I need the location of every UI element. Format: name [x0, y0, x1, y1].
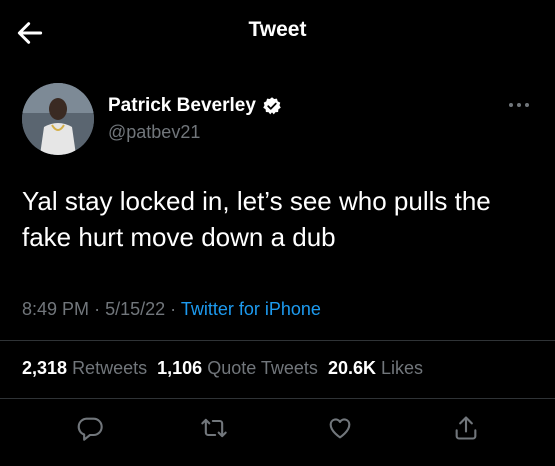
author-name-row[interactable]: Patrick Beverley — [108, 95, 282, 117]
like-icon[interactable] — [326, 414, 354, 442]
tweet-meta: 8:49 PM · 5/15/22 · Twitter for iPhone — [22, 299, 321, 320]
separator: · — [170, 299, 181, 319]
retweet-icon[interactable] — [200, 414, 228, 442]
quotes-count: 1,106 — [157, 358, 203, 378]
reply-icon[interactable] — [76, 414, 104, 442]
likes-count: 20.6K — [327, 358, 376, 378]
author-name[interactable]: Patrick Beverley — [108, 95, 256, 117]
tweet-source[interactable]: Twitter for iPhone — [181, 299, 321, 319]
tweet-stats: 2,318 Retweets 1,106 Quote Tweets 20.6K … — [22, 358, 423, 379]
tweet-text: Yal stay locked in, let’s see who pulls … — [22, 186, 491, 252]
retweets-stat[interactable]: 2,318 Retweets — [22, 358, 147, 378]
quotes-stat[interactable]: 1,106 Quote Tweets — [157, 358, 318, 378]
avatar-image — [22, 83, 94, 155]
retweets-count: 2,318 — [22, 358, 68, 378]
divider — [0, 398, 555, 399]
more-options-icon[interactable] — [506, 95, 532, 115]
verified-badge-icon — [263, 97, 281, 115]
share-icon[interactable] — [452, 414, 480, 442]
author-handle[interactable]: @patbev21 — [108, 122, 200, 143]
likes-stat[interactable]: 20.6K Likes — [328, 358, 423, 378]
separator: · — [94, 299, 106, 319]
tweet-time[interactable]: 8:49 PM — [22, 299, 89, 319]
quotes-label: Quote Tweets — [207, 358, 318, 378]
retweets-label: Retweets — [72, 358, 148, 378]
page-title: Tweet — [248, 18, 307, 41]
tweet-date[interactable]: 5/15/22 — [105, 299, 165, 319]
divider — [0, 340, 555, 341]
likes-label: Likes — [381, 358, 424, 378]
avatar[interactable] — [22, 83, 94, 155]
